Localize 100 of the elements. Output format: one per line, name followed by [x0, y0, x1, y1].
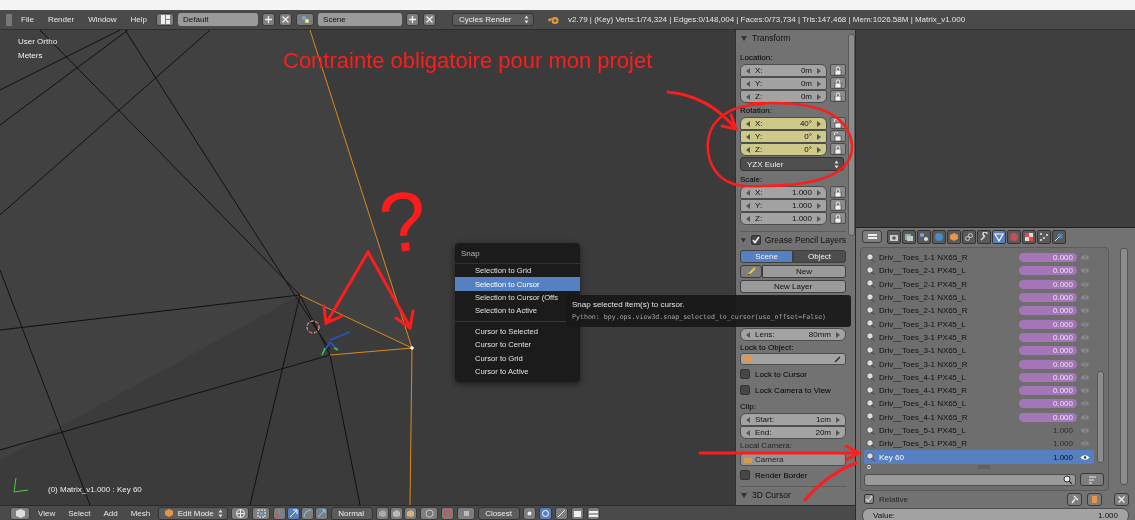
tab[interactable]: Object [793, 250, 846, 263]
properties-tab[interactable] [947, 229, 961, 244]
number-field[interactable]: Y: 1.000 [740, 199, 827, 212]
properties-tab[interactable] [902, 229, 916, 244]
menu-item[interactable]: Render [42, 15, 80, 24]
mode-dropdown[interactable]: Edit Mode [158, 506, 229, 520]
manipulator-button[interactable] [273, 506, 287, 520]
filter-field[interactable] [864, 473, 1076, 486]
pencil-button[interactable] [740, 265, 762, 278]
layout-button[interactable] [156, 13, 175, 26]
panel-title[interactable]: Grease Pencil Layers [764, 235, 846, 245]
shape-key-value[interactable]: 0.000 [1019, 412, 1077, 422]
lock-button[interactable] [830, 64, 846, 76]
pin-button[interactable] [1067, 492, 1082, 506]
new-layer-button[interactable]: New Layer [740, 280, 846, 293]
translate-button[interactable] [287, 506, 301, 520]
sort-button[interactable] [1080, 473, 1104, 487]
number-field[interactable]: X: 1.000 [740, 186, 827, 199]
delete-button[interactable] [279, 13, 293, 26]
snap-option-button[interactable] [555, 506, 569, 520]
lock-button[interactable] [830, 77, 846, 89]
pivot-button[interactable] [252, 506, 271, 520]
number-field[interactable]: Z: 1.000 [740, 212, 827, 225]
tab[interactable]: Scene [740, 250, 793, 263]
menu-item[interactable]: Window [83, 15, 122, 24]
editor-type-button[interactable] [10, 506, 30, 520]
vertex-select-button[interactable] [376, 506, 390, 520]
number-field[interactable]: End: 20m [740, 426, 846, 439]
properties-tab[interactable] [962, 229, 976, 244]
menu-item[interactable]: Add [98, 508, 123, 518]
snap-option-button[interactable] [539, 506, 553, 520]
scene-button[interactable] [296, 13, 315, 26]
scale-button[interactable] [315, 506, 329, 520]
render-engine-dropdown[interactable]: Cycles Render [452, 13, 535, 26]
snap-element-button[interactable] [457, 506, 476, 520]
editor-type-button[interactable] [862, 230, 882, 243]
clear-button[interactable] [1114, 492, 1129, 506]
shape-key-value[interactable]: 0.000 [1019, 266, 1077, 276]
shape-key-value[interactable]: 0.000 [1019, 332, 1077, 342]
checkbox[interactable] [740, 369, 750, 379]
object-field[interactable] [740, 353, 846, 365]
shape-key-row[interactable]: Driv__Toes_2-1 NX65_L 0.000 [864, 290, 1094, 305]
screen-layout-field[interactable]: Default [178, 13, 259, 26]
number-field[interactable]: X: 40° [740, 117, 827, 130]
delete-button[interactable] [423, 13, 437, 26]
shape-key-row[interactable]: Driv__Toes_3-1 NX65_R 0.000 [864, 357, 1094, 371]
scrollbar[interactable] [1097, 371, 1104, 463]
snap-button[interactable] [441, 506, 455, 520]
shape-key-row[interactable]: Driv__Toes_4-1 NX65_R 0.000 [864, 410, 1094, 424]
checkbox[interactable] [740, 470, 750, 480]
menu-item[interactable]: File [16, 15, 39, 24]
new-button[interactable]: New [762, 265, 846, 278]
shape-button[interactable] [1087, 492, 1102, 506]
shape-key-value[interactable]: 0.000 [1019, 319, 1077, 329]
snap-option-button[interactable] [523, 506, 537, 520]
number-field[interactable]: Y: 0m [740, 77, 827, 90]
shape-key-row[interactable]: Driv__Toes_2-1 PX45_L 0.000 [864, 264, 1094, 278]
shape-key-row[interactable]: Driv__Toes_3-1 PX45_L 0.000 [864, 317, 1094, 331]
shape-key-value[interactable]: 0.000 [1019, 359, 1077, 369]
shape-key-row[interactable]: Driv__Toes_3-1 NX65_L 0.000 [864, 344, 1094, 358]
number-field[interactable]: Lens: 80mm [740, 328, 846, 341]
shape-key-value[interactable]: 0.000 [1019, 399, 1077, 409]
add-button[interactable] [406, 13, 420, 26]
properties-tab[interactable] [1022, 229, 1036, 244]
properties-tab[interactable] [992, 229, 1006, 244]
number-field[interactable]: Z: 0m [740, 90, 827, 103]
checkbox[interactable] [740, 385, 750, 395]
shape-key-value[interactable]: 0.000 [1019, 293, 1077, 303]
lock-button[interactable] [830, 143, 846, 155]
menu-item[interactable]: Help [125, 15, 153, 24]
rotate-button[interactable] [301, 506, 315, 520]
shape-key-row[interactable]: Driv__Toes_3-1 PX45_R 0.000 [864, 330, 1094, 345]
shape-key-value[interactable]: 0.000 [1019, 372, 1077, 382]
rotation-mode-dropdown[interactable]: YZX Euler [740, 157, 844, 171]
shape-key-row[interactable]: Driv__Toes_4-1 PX45_R 0.000 [864, 383, 1094, 398]
value-field[interactable]: Value: 1.000 [862, 507, 1129, 520]
properties-tab[interactable] [1037, 229, 1051, 244]
menu-item[interactable]: Select [63, 508, 96, 518]
shape-key-row[interactable]: Driv__Toes_4-1 PX45_L 0.000 [864, 370, 1094, 384]
number-field[interactable]: Y: 0° [740, 130, 827, 143]
proportional-button[interactable] [420, 506, 439, 520]
checkbox[interactable] [750, 235, 761, 245]
shape-key-value[interactable]: 0.000 [1019, 346, 1077, 356]
scrollbar[interactable] [1120, 248, 1128, 485]
orientation-dropdown[interactable]: Normal [331, 506, 374, 520]
menu-item[interactable]: Mesh [125, 508, 156, 518]
shape-key-value[interactable]: 0.000 [1019, 306, 1077, 316]
lock-button[interactable] [830, 186, 846, 198]
lock-button[interactable] [830, 212, 846, 224]
panel-title[interactable]: Transform [752, 33, 791, 43]
number-field[interactable]: Z: 0° [740, 143, 827, 156]
render-animation-button[interactable] [587, 506, 601, 520]
face-select-button[interactable] [404, 506, 418, 520]
render-button[interactable] [571, 506, 585, 520]
shape-key-value[interactable]: 0.000 [1019, 253, 1077, 263]
shading-button[interactable] [231, 506, 250, 520]
add-button[interactable] [262, 13, 276, 26]
lock-button[interactable] [830, 199, 846, 211]
menu-item[interactable]: View [33, 508, 61, 518]
edge-select-button[interactable] [390, 506, 404, 520]
